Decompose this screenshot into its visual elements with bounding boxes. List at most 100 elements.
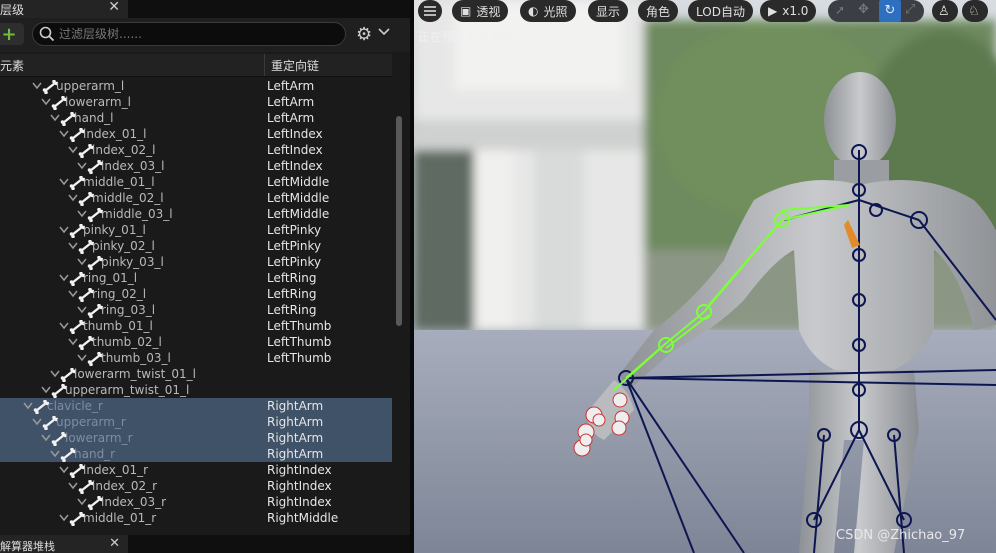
tree-row[interactable]: index_02_l LeftIndex [0, 142, 392, 159]
transform-tools: ➚ ✥ ↻ ⤢ [828, 0, 924, 22]
tree-row[interactable]: index_03_l LeftIndex [0, 158, 392, 175]
tab-hierarchy[interactable]: 层级 ✕ [0, 0, 128, 18]
perspective-button[interactable]: ▣ 透视 [452, 0, 509, 22]
add-button[interactable]: + [0, 23, 24, 45]
tree-row[interactable]: pinky_01_l LeftPinky [0, 222, 392, 239]
search-icon [39, 26, 55, 42]
play-rate-button[interactable]: ▶ x1.0 [760, 0, 817, 22]
retarget-chain-name[interactable]: LeftArm [267, 94, 314, 110]
retarget-chain-name[interactable]: RightMiddle [267, 510, 338, 526]
retarget-chain-name[interactable]: LeftPinky [267, 222, 321, 238]
pose-mode-button[interactable]: ♙ [932, 0, 958, 22]
tree-row[interactable]: middle_02_l LeftMiddle [0, 190, 392, 207]
retarget-chain-name[interactable]: RightIndex [267, 478, 332, 494]
viewport[interactable]: ▣ 透视 ◐ 光照 显示 角色 LOD自动 ▶ x1.0 ➚ ✥ ↻ ⤢ ♙ ♘ [414, 0, 996, 553]
retarget-chain-name[interactable]: RightArm [267, 446, 323, 462]
cube-icon: ▣ [460, 4, 472, 18]
retarget-chain-name[interactable]: LeftArm [267, 78, 314, 94]
header-divider[interactable] [264, 54, 265, 76]
retarget-chain-name[interactable]: RightArm [267, 398, 323, 414]
select-icon[interactable]: ➚ [835, 3, 845, 17]
retarget-chain-name[interactable]: RightIndex [267, 462, 332, 478]
pose-mode-button-2[interactable]: ♘ [962, 0, 988, 22]
tree-row[interactable]: index_01_r RightIndex [0, 462, 392, 479]
bone-name: upperarm_r [56, 415, 126, 429]
bone-name: pinky_01_l [83, 223, 146, 237]
tree-row[interactable]: upperarm_l LeftArm [0, 78, 392, 95]
bone-name: upperarm_l [56, 79, 125, 93]
move-icon[interactable]: ✥ [858, 2, 869, 17]
retarget-chain-name[interactable]: LeftArm [267, 110, 314, 126]
tree-row[interactable]: lowerarm_l LeftArm [0, 94, 392, 111]
retarget-chain-name[interactable]: LeftThumb [267, 350, 331, 366]
header-chain[interactable]: 重定向链 [271, 57, 319, 74]
retarget-chain-name[interactable]: LeftIndex [267, 142, 323, 158]
header-element[interactable]: 元素 [0, 57, 24, 74]
tab-solver-stack[interactable]: 解算器堆栈 ✕ [0, 535, 128, 553]
tree-row[interactable]: ring_03_l LeftRing [0, 302, 392, 319]
retarget-chain-name[interactable]: LeftThumb [267, 318, 331, 334]
retarget-chain-name[interactable]: LeftPinky [267, 254, 321, 270]
tree-row[interactable]: index_02_r RightIndex [0, 478, 392, 495]
retarget-chain-name[interactable]: RightIndex [267, 494, 332, 510]
viewport-menu-button[interactable] [418, 0, 442, 22]
skeleton-icon: ♙ [938, 3, 950, 19]
retarget-chain-name[interactable]: LeftRing [267, 270, 316, 286]
tree-row[interactable]: ring_02_l LeftRing [0, 286, 392, 303]
bone-name: hand_l [74, 111, 114, 125]
show-button[interactable]: 显示 [588, 0, 629, 22]
lod-button[interactable]: LOD自动 [688, 0, 753, 22]
tree-row[interactable]: upperarm_r RightArm [0, 414, 392, 431]
bone-name: hand_r [74, 447, 116, 461]
tree-row[interactable]: thumb_03_l LeftThumb [0, 350, 392, 367]
scale-icon[interactable]: ⤢ [905, 2, 915, 17]
hierarchy-panel: 层级 ✕ + ⚙ 元素 重定向链 upperarm_lLeftArmlowera… [0, 0, 410, 553]
scrollbar[interactable] [396, 116, 402, 326]
retarget-chain-name[interactable]: LeftMiddle [267, 190, 329, 206]
bottom-tab-bar: 解算器堆栈 ✕ [0, 535, 410, 553]
search-box[interactable] [32, 22, 346, 46]
chevron-down-icon[interactable] [378, 27, 390, 40]
tree-row[interactable]: middle_01_l LeftMiddle [0, 174, 392, 191]
lit-button[interactable]: ◐ 光照 [520, 0, 576, 22]
retarget-chain-name[interactable]: LeftMiddle [267, 174, 329, 190]
bone-name: pinky_03_l [101, 255, 164, 269]
close-icon[interactable]: ✕ [109, 536, 120, 551]
tree-row[interactable]: pinky_02_l LeftPinky [0, 238, 392, 255]
retarget-chain-name[interactable]: LeftRing [267, 302, 316, 318]
retarget-chain-name[interactable]: RightArm [267, 414, 323, 430]
tree-row[interactable]: middle_01_r RightMiddle [0, 510, 392, 529]
retarget-chain-name[interactable]: RightArm [267, 430, 323, 446]
search-input[interactable] [59, 25, 339, 43]
bone-name: middle_01_l [83, 175, 155, 189]
tree-row[interactable]: index_03_r RightIndex [0, 494, 392, 511]
tree-row[interactable]: thumb_02_l LeftThumb [0, 334, 392, 351]
bone-name: pinky_02_l [92, 239, 155, 253]
character-button[interactable]: 角色 [638, 0, 679, 22]
retarget-chain-name[interactable]: LeftIndex [267, 126, 323, 142]
gear-icon[interactable]: ⚙ [356, 24, 372, 45]
hamburger-icon [424, 6, 436, 16]
tree-row[interactable]: ring_01_l LeftRing [0, 270, 392, 287]
chevron-down-icon[interactable] [59, 510, 69, 529]
rotate-icon[interactable]: ↻ [879, 0, 901, 22]
tree-row[interactable]: lowerarm_r RightArm [0, 430, 392, 447]
tree-row[interactable]: upperarm_twist_01_l [0, 382, 392, 399]
tree-row[interactable]: lowerarm_twist_01_l [0, 366, 392, 383]
tree-row[interactable]: hand_l LeftArm [0, 110, 392, 127]
retarget-chain-name[interactable]: LeftThumb [267, 334, 331, 350]
retarget-chain-name[interactable]: LeftPinky [267, 238, 321, 254]
retarget-chain-name[interactable]: LeftRing [267, 286, 316, 302]
tree-row[interactable]: clavicle_r RightArm [0, 398, 392, 415]
tree-row[interactable]: index_01_l LeftIndex [0, 126, 392, 143]
retarget-chain-name[interactable]: LeftIndex [267, 158, 323, 174]
tree-row[interactable]: hand_r RightArm [0, 446, 392, 463]
tree-row[interactable]: pinky_03_l LeftPinky [0, 254, 392, 271]
close-icon[interactable]: ✕ [108, 0, 120, 15]
tree-row[interactable]: middle_03_l LeftMiddle [0, 206, 392, 223]
retarget-chain-name[interactable]: LeftMiddle [267, 206, 329, 222]
tab-title: 层级 [0, 2, 25, 17]
tree-row[interactable]: thumb_01_l LeftThumb [0, 318, 392, 335]
bone-name: index_02_l [92, 143, 156, 157]
button-label: 透视 [476, 4, 501, 19]
